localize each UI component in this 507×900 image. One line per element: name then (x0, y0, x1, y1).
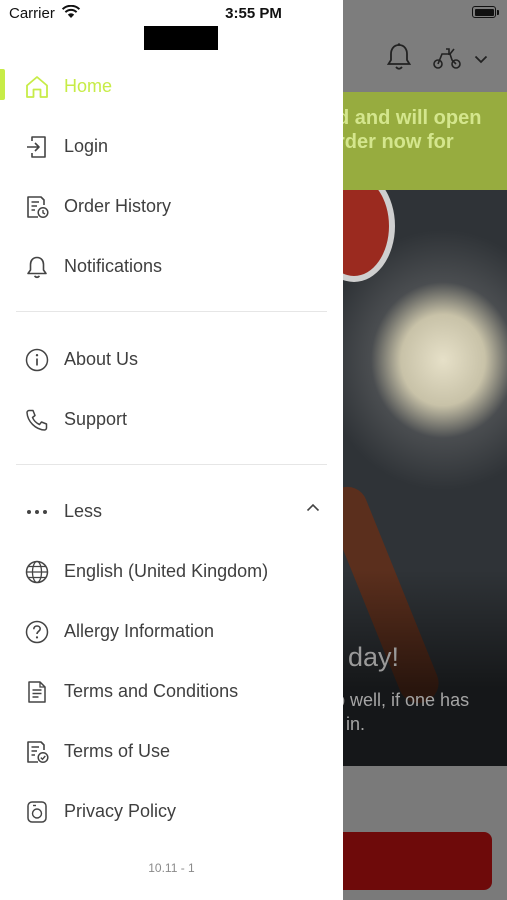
menu-item-label: About Us (64, 349, 139, 369)
menu-item-label: Privacy Policy (64, 801, 177, 821)
menu-item-privacy-policy[interactable]: Privacy Policy (0, 787, 343, 835)
banner-line-2: rder now for (343, 131, 454, 153)
globe-icon (24, 559, 50, 585)
menu-item-label: Order History (64, 196, 172, 216)
order-history-icon (24, 194, 50, 220)
document-check-icon (24, 739, 50, 765)
hero-subtitle-line-2: r in. (335, 714, 366, 734)
menu-item-terms-of-use[interactable]: Terms of Use (0, 727, 343, 775)
menu-item-order-history[interactable]: Order History (0, 182, 343, 230)
home-icon (24, 74, 50, 100)
menu-item-notifications[interactable]: Notifications (0, 242, 343, 290)
store-status-banner: d and will open rder now for (343, 92, 507, 190)
delivery-scooter-icon[interactable] (432, 46, 462, 70)
menu-item-label: Home (64, 76, 113, 96)
menu-item-about-us[interactable]: About Us (0, 335, 343, 383)
redacted-area (144, 26, 218, 50)
menu-item-home[interactable]: Home (0, 62, 343, 110)
menu-item-label: English (United Kingdom) (64, 561, 269, 581)
menu-item-label: Login (64, 136, 109, 156)
menu-item-label: Less (64, 501, 103, 521)
menu-item-less[interactable]: Less (0, 487, 343, 535)
login-icon (24, 134, 50, 160)
hero-image (343, 190, 507, 766)
divider (16, 311, 327, 312)
menu-item-label: Terms of Use (64, 741, 171, 761)
phone-icon (24, 407, 50, 433)
menu-item-label: Notifications (64, 256, 163, 276)
menu-item-label: Terms and Conditions (64, 681, 239, 701)
info-icon (24, 347, 50, 373)
more-dots-icon (24, 499, 50, 525)
hero-subtitle: p well, if one has r in. (335, 688, 507, 736)
menu-item-terms-and-conditions[interactable]: Terms and Conditions (0, 667, 343, 715)
banner-line-1: d and will open (343, 107, 482, 129)
menu-item-support[interactable]: Support (0, 395, 343, 443)
menu-item-login[interactable]: Login (0, 122, 343, 170)
menu-item-label: Support (64, 409, 128, 429)
chevron-up-icon (306, 503, 320, 512)
bell-icon (24, 254, 50, 280)
hero-title: day! (348, 642, 400, 672)
menu-item-label: Allergy Information (64, 621, 215, 641)
clock: 3:55 PM (225, 5, 282, 22)
side-drawer: Home Login Order History Notifications A… (0, 0, 343, 900)
order-button[interactable] (330, 832, 492, 890)
sauce-bowl (343, 190, 395, 282)
hero-subtitle-line-1: p well, if one has (335, 690, 470, 710)
battery-icon (472, 6, 499, 18)
document-icon (24, 679, 50, 705)
chevron-down-icon[interactable] (474, 55, 488, 64)
status-bar: Carrier 3:55 PM (0, 0, 507, 28)
privacy-icon (24, 799, 50, 825)
divider (16, 464, 327, 465)
question-icon (24, 619, 50, 645)
menu-item-language[interactable]: English (United Kingdom) (0, 547, 343, 595)
menu-item-allergy-information[interactable]: Allergy Information (0, 607, 343, 655)
bell-icon[interactable] (386, 42, 412, 72)
app-version: 10.11 - 1 (148, 861, 195, 875)
